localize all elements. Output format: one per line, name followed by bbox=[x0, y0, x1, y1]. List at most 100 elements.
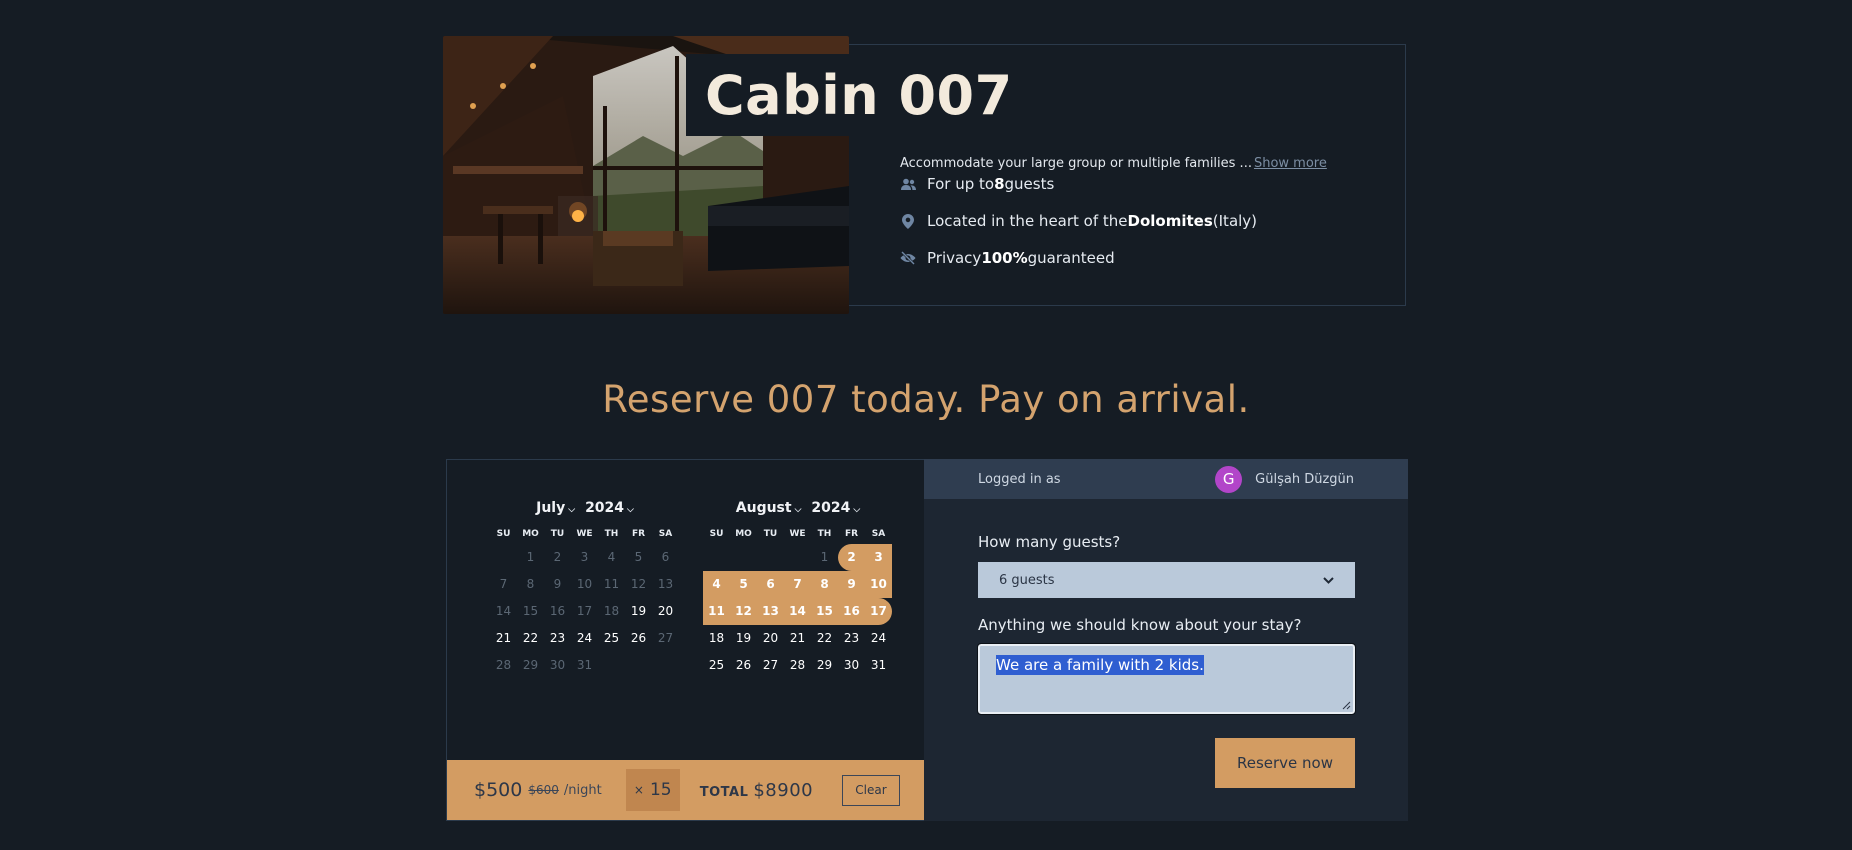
calendar-day[interactable]: 22 bbox=[811, 625, 838, 652]
calendar-day: 5 bbox=[634, 550, 643, 564]
calendar-day: 6 bbox=[661, 550, 670, 564]
calendar-day-selected[interactable]: 11 bbox=[703, 598, 730, 625]
old-price: $600 bbox=[528, 783, 559, 797]
year-name: 2024 bbox=[811, 500, 851, 516]
chevron-down-icon: ⌵ bbox=[627, 505, 634, 515]
calendar-day: 2 bbox=[553, 550, 562, 564]
calendar-day-selected[interactable]: 10 bbox=[865, 571, 892, 598]
calendar-day[interactable]: 28 bbox=[784, 652, 811, 679]
calendar-day[interactable]: 24 bbox=[571, 625, 598, 652]
year-select[interactable]: 2024 ⌵ bbox=[585, 500, 634, 516]
calendar-day: 11 bbox=[603, 577, 620, 591]
total-price: TOTAL $8900 bbox=[700, 780, 813, 801]
feature-location-bold: Dolomites bbox=[1127, 212, 1213, 230]
calendar-day[interactable]: 20 bbox=[652, 598, 679, 625]
chevron-down-icon: ⌵ bbox=[853, 505, 861, 515]
weekday-header: TU bbox=[763, 529, 778, 539]
calendar-day[interactable]: 25 bbox=[703, 652, 730, 679]
year-select[interactable]: 2024 ⌵ bbox=[811, 500, 860, 516]
calendar-day[interactable]: 23 bbox=[544, 625, 571, 652]
notes-textarea[interactable]: We are a family with 2 kids. bbox=[977, 643, 1356, 715]
users-icon bbox=[900, 176, 916, 192]
calendar-day[interactable]: 24 bbox=[865, 625, 892, 652]
login-bar: Logged in as G Gülşah Düzgün bbox=[924, 459, 1408, 499]
day-grid: SU MO TU WE TH FR SA 1 2 3 4 5 6 7 8 9 10 11 12 13 14 15 16 17 1… bbox=[703, 524, 893, 679]
guests-value: 6 guests bbox=[999, 572, 1055, 588]
page-title: Cabin 007 bbox=[705, 63, 1013, 127]
weekday-header: MO bbox=[735, 529, 752, 539]
per-night-label: /night bbox=[563, 782, 602, 798]
show-more-link[interactable]: Show more bbox=[1254, 156, 1327, 171]
calendar-day-selected[interactable]: 8 bbox=[811, 571, 838, 598]
reservation-form: Logged in as G Gülşah Düzgün How many gu… bbox=[924, 459, 1408, 821]
chevron-down-icon: ⌵ bbox=[794, 505, 802, 515]
calendar-day[interactable]: 31 bbox=[865, 652, 892, 679]
calendar-day-selected[interactable]: 3 bbox=[865, 544, 892, 571]
calendar-day-selected[interactable]: 4 bbox=[703, 571, 730, 598]
feature-guests-post: guests bbox=[1004, 175, 1055, 193]
calendar-day-selected[interactable]: 14 bbox=[784, 598, 811, 625]
calendar-day-selected[interactable]: 5 bbox=[730, 571, 757, 598]
calendar-day: 31 bbox=[576, 658, 593, 672]
weekday-header: SA bbox=[871, 529, 886, 539]
weekday-header: SU bbox=[496, 529, 511, 539]
calendar-day-selected[interactable]: 17 bbox=[865, 598, 892, 625]
resize-handle-icon[interactable] bbox=[1341, 700, 1351, 710]
calendar-day[interactable]: 19 bbox=[625, 598, 652, 625]
calendar-day[interactable]: 26 bbox=[625, 625, 652, 652]
calendar-day[interactable]: 22 bbox=[517, 625, 544, 652]
calendar-day-selected[interactable]: 15 bbox=[811, 598, 838, 625]
calendar-day: 18 bbox=[603, 604, 620, 618]
calendar-day-selected[interactable]: 2 bbox=[838, 544, 865, 571]
calendar-day: 12 bbox=[630, 577, 647, 591]
month-select[interactable]: August ⌵ bbox=[736, 500, 802, 516]
month-august: August ⌵ 2024 ⌵ SU MO TU WE TH FR SA 1 2 3 4 5 6 7 8 9 10 1… bbox=[703, 500, 893, 679]
empty-cell bbox=[703, 544, 730, 571]
avatar[interactable]: G bbox=[1215, 465, 1243, 493]
calendar-day[interactable]: 21 bbox=[784, 625, 811, 652]
calendar-day[interactable]: 21 bbox=[490, 625, 517, 652]
guests-select[interactable]: 6 guests bbox=[978, 562, 1355, 598]
calendar-day: 8 bbox=[526, 577, 535, 591]
calendar-day[interactable]: 26 bbox=[730, 652, 757, 679]
title-box: Cabin 007 bbox=[686, 54, 1029, 136]
clear-button[interactable]: Clear bbox=[842, 774, 900, 806]
user-info: G Gülşah Düzgün bbox=[1215, 465, 1354, 493]
calendar-day-selected[interactable]: 13 bbox=[757, 598, 784, 625]
eye-slash-icon bbox=[900, 250, 916, 266]
calendar-day[interactable]: 27 bbox=[757, 652, 784, 679]
calendar-day[interactable]: 20 bbox=[757, 625, 784, 652]
calendar-day[interactable]: 30 bbox=[838, 652, 865, 679]
calendar-day[interactable]: 18 bbox=[703, 625, 730, 652]
empty-cell bbox=[784, 544, 811, 571]
nights-multiplier: × 15 bbox=[625, 769, 680, 811]
guests-label: How many guests? bbox=[978, 533, 1121, 551]
weekday-header: TH bbox=[817, 529, 832, 539]
calendar-day: 28 bbox=[495, 658, 512, 672]
calendar-day: 15 bbox=[522, 604, 539, 618]
calendar-day[interactable]: 25 bbox=[598, 625, 625, 652]
calendar-day: 13 bbox=[657, 577, 674, 591]
reserve-button[interactable]: Reserve now bbox=[1215, 738, 1355, 788]
total-value: $8900 bbox=[753, 779, 814, 801]
calendar-day: 4 bbox=[607, 550, 616, 564]
empty-cell bbox=[490, 544, 517, 571]
calendar-day[interactable]: 23 bbox=[838, 625, 865, 652]
nights-count: 15 bbox=[649, 780, 672, 800]
calendar-day[interactable]: 29 bbox=[811, 652, 838, 679]
feature-privacy: Privacy 100% guaranteed bbox=[900, 249, 1115, 267]
month-header: July ⌵ 2024 ⌵ bbox=[490, 500, 680, 516]
calendar-day-selected[interactable]: 7 bbox=[784, 571, 811, 598]
month-select[interactable]: July ⌵ bbox=[536, 500, 575, 516]
calendar-day: 7 bbox=[499, 577, 508, 591]
calendar-day: 10 bbox=[576, 577, 593, 591]
cabin-description: Accommodate your large group or multiple… bbox=[900, 156, 1327, 171]
calendar-day-selected[interactable]: 9 bbox=[838, 571, 865, 598]
cabin-card: Cabin 007 Accommodate your large group o… bbox=[443, 36, 1407, 314]
calendar-day[interactable]: 19 bbox=[730, 625, 757, 652]
weekday-header: FR bbox=[844, 529, 859, 539]
year-name: 2024 bbox=[585, 500, 625, 516]
calendar-day-selected[interactable]: 16 bbox=[838, 598, 865, 625]
calendar-day-selected[interactable]: 6 bbox=[757, 571, 784, 598]
calendar-day-selected[interactable]: 12 bbox=[730, 598, 757, 625]
